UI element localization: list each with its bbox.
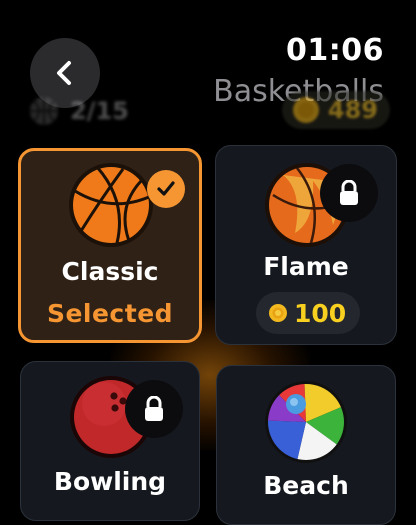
- collection-counter: 2/15: [28, 95, 129, 127]
- ball-card-flame[interactable]: Flame 100: [215, 145, 397, 345]
- clock-time: 01:06: [286, 33, 384, 68]
- ball-name: Classic: [61, 257, 159, 286]
- coin-icon: [292, 97, 319, 123]
- ball-name: Flame: [263, 252, 349, 281]
- ball-card-classic[interactable]: Classic Selected: [18, 148, 202, 343]
- ball-price[interactable]: 100: [256, 292, 361, 334]
- basketball-icon: [30, 97, 58, 125]
- coin-balance: 489: [281, 91, 390, 129]
- selected-check-badge: [147, 170, 185, 208]
- ball-price-value: 100: [294, 298, 347, 328]
- coin-icon: [269, 304, 287, 322]
- lock-icon: [145, 396, 163, 421]
- coin-balance-value: 489: [327, 96, 378, 124]
- checkmark-icon: [157, 181, 175, 196]
- ball-status-selected: Selected: [46, 299, 174, 328]
- lock-icon: [340, 180, 358, 205]
- lock-badge: [320, 164, 378, 222]
- ball-card-bowling[interactable]: Bowling: [20, 361, 200, 521]
- beach-ball-icon: [265, 381, 347, 463]
- ball-card-beach[interactable]: Beach: [216, 365, 396, 525]
- basketball-icon: [69, 163, 153, 247]
- collection-count: 2/15: [70, 97, 129, 125]
- ball-name: Bowling: [53, 467, 167, 496]
- lock-badge: [125, 380, 183, 438]
- chevron-left-icon: [57, 61, 71, 85]
